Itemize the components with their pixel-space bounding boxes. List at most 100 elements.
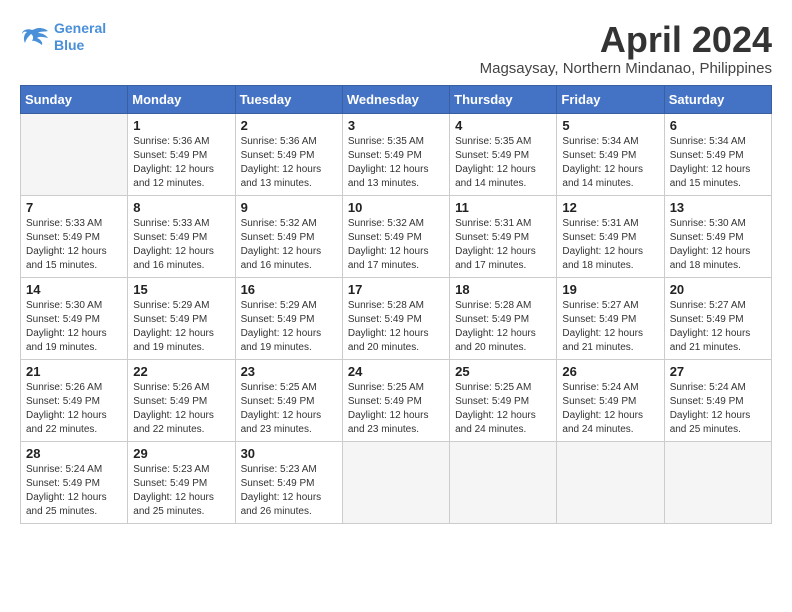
day-number: 12 — [562, 200, 658, 215]
day-info: Sunrise: 5:32 AM Sunset: 5:49 PM Dayligh… — [241, 217, 337, 273]
calendar-week-1: 7 Sunrise: 5:33 AM Sunset: 5:49 PM Daylig… — [21, 195, 772, 277]
day-number: 14 — [26, 282, 122, 297]
day-info: Sunrise: 5:23 AM Sunset: 5:49 PM Dayligh… — [241, 463, 337, 519]
day-info: Sunrise: 5:32 AM Sunset: 5:49 PM Dayligh… — [348, 217, 444, 273]
day-number: 20 — [670, 282, 766, 297]
day-number: 25 — [455, 364, 551, 379]
day-number: 19 — [562, 282, 658, 297]
calendar-cell: 9 Sunrise: 5:32 AM Sunset: 5:49 PM Daylig… — [235, 195, 342, 277]
day-info: Sunrise: 5:27 AM Sunset: 5:49 PM Dayligh… — [562, 299, 658, 355]
day-number: 7 — [26, 200, 122, 215]
day-info: Sunrise: 5:29 AM Sunset: 5:49 PM Dayligh… — [241, 299, 337, 355]
day-number: 3 — [348, 118, 444, 133]
calendar-cell: 26Sunrise: 5:24 AM Sunset: 5:49 PM Dayli… — [557, 359, 664, 441]
calendar-cell: 15 Sunrise: 5:29 AM Sunset: 5:49 PM Dayli… — [128, 277, 235, 359]
day-info: Sunrise: 5:31 AM Sunset: 5:49 PM Dayligh… — [455, 217, 551, 273]
day-info: Sunrise: 5:29 AM Sunset: 5:49 PM Dayligh… — [133, 299, 229, 355]
header-saturday: Saturday — [664, 85, 771, 113]
calendar-cell: 3 Sunrise: 5:35 AM Sunset: 5:49 PM Daylig… — [342, 113, 449, 195]
header-tuesday: Tuesday — [235, 85, 342, 113]
calendar-cell — [21, 113, 128, 195]
day-info: Sunrise: 5:24 AM Sunset: 5:49 PM Dayligh… — [670, 381, 766, 437]
header-sunday: Sunday — [21, 85, 128, 113]
day-number: 23 — [241, 364, 337, 379]
calendar-cell: 20 Sunrise: 5:27 AM Sunset: 5:49 PM Dayli… — [664, 277, 771, 359]
day-info: Sunrise: 5:24 AM Sunset: 5:49 PM Dayligh… — [26, 463, 122, 519]
calendar-week-3: 21 Sunrise: 5:26 AM Sunset: 5:49 PM Dayli… — [21, 359, 772, 441]
day-number: 22 — [133, 364, 229, 379]
day-info: Sunrise: 5:30 AM Sunset: 5:49 PM Dayligh… — [26, 299, 122, 355]
day-number: 4 — [455, 118, 551, 133]
calendar-cell — [664, 441, 771, 523]
calendar-cell: 1 Sunrise: 5:36 AM Sunset: 5:49 PM Daylig… — [128, 113, 235, 195]
calendar-cell: 16 Sunrise: 5:29 AM Sunset: 5:49 PM Dayli… — [235, 277, 342, 359]
calendar-week-2: 14 Sunrise: 5:30 AM Sunset: 5:49 PM Dayli… — [21, 277, 772, 359]
calendar-cell: 28 Sunrise: 5:24 AM Sunset: 5:49 PM Dayli… — [21, 441, 128, 523]
day-number: 16 — [241, 282, 337, 297]
day-number: 1 — [133, 118, 229, 133]
day-info: Sunrise: 5:36 AM Sunset: 5:49 PM Dayligh… — [133, 135, 229, 191]
calendar-cell: 5 Sunrise: 5:34 AM Sunset: 5:49 PM Daylig… — [557, 113, 664, 195]
day-number: 17 — [348, 282, 444, 297]
day-info: Sunrise: 5:31 AM Sunset: 5:49 PM Dayligh… — [562, 217, 658, 273]
calendar-cell: 11 Sunrise: 5:31 AM Sunset: 5:49 PM Dayli… — [450, 195, 557, 277]
day-number: 21 — [26, 364, 122, 379]
day-info: Sunrise: 5:26 AM Sunset: 5:49 PM Dayligh… — [133, 381, 229, 437]
calendar-header-row: SundayMondayTuesdayWednesdayThursdayFrid… — [21, 85, 772, 113]
calendar-table: SundayMondayTuesdayWednesdayThursdayFrid… — [20, 85, 772, 524]
day-number: 13 — [670, 200, 766, 215]
day-number: 8 — [133, 200, 229, 215]
day-number: 15 — [133, 282, 229, 297]
header-thursday: Thursday — [450, 85, 557, 113]
day-number: 2 — [241, 118, 337, 133]
day-info: Sunrise: 5:26 AM Sunset: 5:49 PM Dayligh… — [26, 381, 122, 437]
day-number: 9 — [241, 200, 337, 215]
day-info: Sunrise: 5:25 AM Sunset: 5:49 PM Dayligh… — [455, 381, 551, 437]
day-info: Sunrise: 5:35 AM Sunset: 5:49 PM Dayligh… — [348, 135, 444, 191]
logo: General Blue — [20, 20, 106, 54]
day-info: Sunrise: 5:23 AM Sunset: 5:49 PM Dayligh… — [133, 463, 229, 519]
calendar-cell: 4 Sunrise: 5:35 AM Sunset: 5:49 PM Daylig… — [450, 113, 557, 195]
calendar-cell: 10 Sunrise: 5:32 AM Sunset: 5:49 PM Dayli… — [342, 195, 449, 277]
day-info: Sunrise: 5:34 AM Sunset: 5:49 PM Dayligh… — [562, 135, 658, 191]
calendar-cell: 24Sunrise: 5:25 AM Sunset: 5:49 PM Dayli… — [342, 359, 449, 441]
calendar-cell: 2Sunrise: 5:36 AM Sunset: 5:49 PM Daylig… — [235, 113, 342, 195]
header-friday: Friday — [557, 85, 664, 113]
day-number: 26 — [562, 364, 658, 379]
header-wednesday: Wednesday — [342, 85, 449, 113]
calendar-cell: 19 Sunrise: 5:27 AM Sunset: 5:49 PM Dayli… — [557, 277, 664, 359]
month-title: April 2024 — [480, 20, 772, 60]
calendar-cell — [342, 441, 449, 523]
day-info: Sunrise: 5:33 AM Sunset: 5:49 PM Dayligh… — [26, 217, 122, 273]
day-number: 28 — [26, 446, 122, 461]
calendar-cell: 27Sunrise: 5:24 AM Sunset: 5:49 PM Dayli… — [664, 359, 771, 441]
day-number: 5 — [562, 118, 658, 133]
calendar-cell: 17 Sunrise: 5:28 AM Sunset: 5:49 PM Dayli… — [342, 277, 449, 359]
calendar-cell: 18 Sunrise: 5:28 AM Sunset: 5:49 PM Dayli… — [450, 277, 557, 359]
header-monday: Monday — [128, 85, 235, 113]
day-info: Sunrise: 5:30 AM Sunset: 5:49 PM Dayligh… — [670, 217, 766, 273]
day-info: Sunrise: 5:28 AM Sunset: 5:49 PM Dayligh… — [455, 299, 551, 355]
day-info: Sunrise: 5:35 AM Sunset: 5:49 PM Dayligh… — [455, 135, 551, 191]
calendar-cell: 23 Sunrise: 5:25 AM Sunset: 5:49 PM Dayli… — [235, 359, 342, 441]
calendar-cell: 13 Sunrise: 5:30 AM Sunset: 5:49 PM Dayli… — [664, 195, 771, 277]
calendar-cell: 22 Sunrise: 5:26 AM Sunset: 5:49 PM Dayli… — [128, 359, 235, 441]
page-header: General Blue April 2024 Magsaysay, North… — [20, 20, 772, 77]
day-number: 11 — [455, 200, 551, 215]
location-subtitle: Magsaysay, Northern Mindanao, Philippine… — [480, 60, 772, 77]
day-number: 18 — [455, 282, 551, 297]
day-info: Sunrise: 5:25 AM Sunset: 5:49 PM Dayligh… — [348, 381, 444, 437]
logo-icon — [20, 25, 50, 49]
calendar-week-0: 1 Sunrise: 5:36 AM Sunset: 5:49 PM Daylig… — [21, 113, 772, 195]
day-info: Sunrise: 5:34 AM Sunset: 5:49 PM Dayligh… — [670, 135, 766, 191]
day-info: Sunrise: 5:25 AM Sunset: 5:49 PM Dayligh… — [241, 381, 337, 437]
day-info: Sunrise: 5:28 AM Sunset: 5:49 PM Dayligh… — [348, 299, 444, 355]
day-info: Sunrise: 5:27 AM Sunset: 5:49 PM Dayligh… — [670, 299, 766, 355]
calendar-cell: 21 Sunrise: 5:26 AM Sunset: 5:49 PM Dayli… — [21, 359, 128, 441]
calendar-cell — [450, 441, 557, 523]
logo-text: General Blue — [54, 20, 106, 54]
day-number: 10 — [348, 200, 444, 215]
day-info: Sunrise: 5:33 AM Sunset: 5:49 PM Dayligh… — [133, 217, 229, 273]
day-number: 30 — [241, 446, 337, 461]
title-block: April 2024 Magsaysay, Northern Mindanao,… — [480, 20, 772, 77]
